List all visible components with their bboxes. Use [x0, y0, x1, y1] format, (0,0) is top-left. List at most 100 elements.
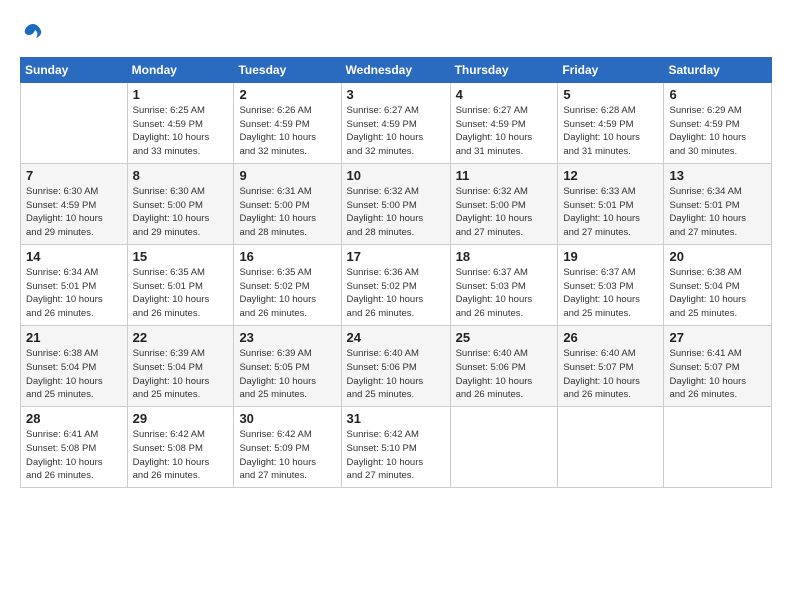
day-number: 21 [26, 330, 122, 345]
day-number: 30 [239, 411, 335, 426]
day-number: 10 [347, 168, 445, 183]
calendar-cell: 28 Sunrise: 6:41 AM Sunset: 5:08 PM Dayli… [21, 407, 128, 488]
day-number: 9 [239, 168, 335, 183]
calendar-cell: 25 Sunrise: 6:40 AM Sunset: 5:06 PM Dayli… [450, 325, 558, 406]
day-number: 12 [563, 168, 658, 183]
day-number: 8 [133, 168, 229, 183]
calendar-cell: 1 Sunrise: 6:25 AM Sunset: 4:59 PM Daylig… [127, 82, 234, 163]
week-row-4: 28 Sunrise: 6:41 AM Sunset: 5:08 PM Dayli… [21, 407, 772, 488]
day-number: 1 [133, 87, 229, 102]
day-info: Sunrise: 6:42 AM Sunset: 5:10 PM Dayligh… [347, 428, 445, 483]
day-info: Sunrise: 6:42 AM Sunset: 5:08 PM Dayligh… [133, 428, 229, 483]
calendar-cell [450, 407, 558, 488]
day-number: 29 [133, 411, 229, 426]
day-number: 28 [26, 411, 122, 426]
day-info: Sunrise: 6:30 AM Sunset: 5:00 PM Dayligh… [133, 185, 229, 240]
page: SundayMondayTuesdayWednesdayThursdayFrid… [0, 0, 792, 612]
day-info: Sunrise: 6:32 AM Sunset: 5:00 PM Dayligh… [456, 185, 553, 240]
weekday-header-thursday: Thursday [450, 57, 558, 82]
logo [20, 22, 44, 49]
day-number: 6 [669, 87, 766, 102]
weekday-header-row: SundayMondayTuesdayWednesdayThursdayFrid… [21, 57, 772, 82]
day-number: 18 [456, 249, 553, 264]
weekday-header-sunday: Sunday [21, 57, 128, 82]
calendar: SundayMondayTuesdayWednesdayThursdayFrid… [20, 57, 772, 488]
weekday-header-monday: Monday [127, 57, 234, 82]
calendar-cell: 3Sunrise: 6:27 AM Sunset: 4:59 PM Daylig… [341, 82, 450, 163]
calendar-cell [558, 407, 664, 488]
day-info: Sunrise: 6:40 AM Sunset: 5:07 PM Dayligh… [563, 347, 658, 402]
calendar-cell [664, 407, 772, 488]
calendar-cell: 30 Sunrise: 6:42 AM Sunset: 5:09 PM Dayli… [234, 407, 341, 488]
calendar-cell: 27Sunrise: 6:41 AM Sunset: 5:07 PM Dayli… [664, 325, 772, 406]
week-row-0: 1 Sunrise: 6:25 AM Sunset: 4:59 PM Daylig… [21, 82, 772, 163]
day-info: Sunrise: 6:31 AM Sunset: 5:00 PM Dayligh… [239, 185, 335, 240]
day-info: Sunrise: 6:38 AM Sunset: 5:04 PM Dayligh… [669, 266, 766, 321]
calendar-cell: 23Sunrise: 6:39 AM Sunset: 5:05 PM Dayli… [234, 325, 341, 406]
day-info: Sunrise: 6:42 AM Sunset: 5:09 PM Dayligh… [239, 428, 335, 483]
day-info: Sunrise: 6:38 AM Sunset: 5:04 PM Dayligh… [26, 347, 122, 402]
day-info: Sunrise: 6:29 AM Sunset: 4:59 PM Dayligh… [669, 104, 766, 159]
day-number: 11 [456, 168, 553, 183]
day-number: 17 [347, 249, 445, 264]
day-info: Sunrise: 6:37 AM Sunset: 5:03 PM Dayligh… [456, 266, 553, 321]
day-info: Sunrise: 6:27 AM Sunset: 4:59 PM Dayligh… [347, 104, 445, 159]
day-info: Sunrise: 6:32 AM Sunset: 5:00 PM Dayligh… [347, 185, 445, 240]
day-number: 24 [347, 330, 445, 345]
day-info: Sunrise: 6:26 AM Sunset: 4:59 PM Dayligh… [239, 104, 335, 159]
day-info: Sunrise: 6:30 AM Sunset: 4:59 PM Dayligh… [26, 185, 122, 240]
calendar-cell: 16 Sunrise: 6:35 AM Sunset: 5:02 PM Dayli… [234, 244, 341, 325]
week-row-3: 21 Sunrise: 6:38 AM Sunset: 5:04 PM Dayli… [21, 325, 772, 406]
calendar-cell: 2 Sunrise: 6:26 AM Sunset: 4:59 PM Daylig… [234, 82, 341, 163]
calendar-cell: 10 Sunrise: 6:32 AM Sunset: 5:00 PM Dayli… [341, 163, 450, 244]
day-number: 26 [563, 330, 658, 345]
day-number: 5 [563, 87, 658, 102]
day-number: 16 [239, 249, 335, 264]
day-info: Sunrise: 6:39 AM Sunset: 5:04 PM Dayligh… [133, 347, 229, 402]
calendar-cell: 11 Sunrise: 6:32 AM Sunset: 5:00 PM Dayli… [450, 163, 558, 244]
logo-bird-icon [22, 22, 44, 44]
day-info: Sunrise: 6:25 AM Sunset: 4:59 PM Dayligh… [133, 104, 229, 159]
calendar-cell: 14 Sunrise: 6:34 AM Sunset: 5:01 PM Dayli… [21, 244, 128, 325]
day-number: 25 [456, 330, 553, 345]
calendar-cell: 21 Sunrise: 6:38 AM Sunset: 5:04 PM Dayli… [21, 325, 128, 406]
day-info: Sunrise: 6:34 AM Sunset: 5:01 PM Dayligh… [669, 185, 766, 240]
day-info: Sunrise: 6:35 AM Sunset: 5:02 PM Dayligh… [239, 266, 335, 321]
day-info: Sunrise: 6:35 AM Sunset: 5:01 PM Dayligh… [133, 266, 229, 321]
day-number: 4 [456, 87, 553, 102]
calendar-cell: 31 Sunrise: 6:42 AM Sunset: 5:10 PM Dayli… [341, 407, 450, 488]
day-number: 14 [26, 249, 122, 264]
calendar-cell: 17Sunrise: 6:36 AM Sunset: 5:02 PM Dayli… [341, 244, 450, 325]
calendar-cell: 20Sunrise: 6:38 AM Sunset: 5:04 PM Dayli… [664, 244, 772, 325]
day-number: 22 [133, 330, 229, 345]
day-number: 23 [239, 330, 335, 345]
weekday-header-friday: Friday [558, 57, 664, 82]
calendar-cell: 7Sunrise: 6:30 AM Sunset: 4:59 PM Daylig… [21, 163, 128, 244]
weekday-header-wednesday: Wednesday [341, 57, 450, 82]
calendar-cell: 8 Sunrise: 6:30 AM Sunset: 5:00 PM Daylig… [127, 163, 234, 244]
calendar-cell: 12 Sunrise: 6:33 AM Sunset: 5:01 PM Dayli… [558, 163, 664, 244]
day-info: Sunrise: 6:28 AM Sunset: 4:59 PM Dayligh… [563, 104, 658, 159]
calendar-cell: 18 Sunrise: 6:37 AM Sunset: 5:03 PM Dayli… [450, 244, 558, 325]
calendar-cell: 26 Sunrise: 6:40 AM Sunset: 5:07 PM Dayli… [558, 325, 664, 406]
day-info: Sunrise: 6:27 AM Sunset: 4:59 PM Dayligh… [456, 104, 553, 159]
calendar-cell: 22 Sunrise: 6:39 AM Sunset: 5:04 PM Dayli… [127, 325, 234, 406]
weekday-header-tuesday: Tuesday [234, 57, 341, 82]
day-info: Sunrise: 6:40 AM Sunset: 5:06 PM Dayligh… [347, 347, 445, 402]
calendar-cell: 13 Sunrise: 6:34 AM Sunset: 5:01 PM Dayli… [664, 163, 772, 244]
day-info: Sunrise: 6:34 AM Sunset: 5:01 PM Dayligh… [26, 266, 122, 321]
day-info: Sunrise: 6:40 AM Sunset: 5:06 PM Dayligh… [456, 347, 553, 402]
day-number: 2 [239, 87, 335, 102]
day-info: Sunrise: 6:41 AM Sunset: 5:08 PM Dayligh… [26, 428, 122, 483]
calendar-cell: 5 Sunrise: 6:28 AM Sunset: 4:59 PM Daylig… [558, 82, 664, 163]
day-number: 31 [347, 411, 445, 426]
day-info: Sunrise: 6:41 AM Sunset: 5:07 PM Dayligh… [669, 347, 766, 402]
day-info: Sunrise: 6:37 AM Sunset: 5:03 PM Dayligh… [563, 266, 658, 321]
day-number: 13 [669, 168, 766, 183]
day-number: 15 [133, 249, 229, 264]
calendar-cell: 4 Sunrise: 6:27 AM Sunset: 4:59 PM Daylig… [450, 82, 558, 163]
calendar-cell: 29 Sunrise: 6:42 AM Sunset: 5:08 PM Dayli… [127, 407, 234, 488]
calendar-cell: 24 Sunrise: 6:40 AM Sunset: 5:06 PM Dayli… [341, 325, 450, 406]
calendar-cell: 15 Sunrise: 6:35 AM Sunset: 5:01 PM Dayli… [127, 244, 234, 325]
day-info: Sunrise: 6:33 AM Sunset: 5:01 PM Dayligh… [563, 185, 658, 240]
